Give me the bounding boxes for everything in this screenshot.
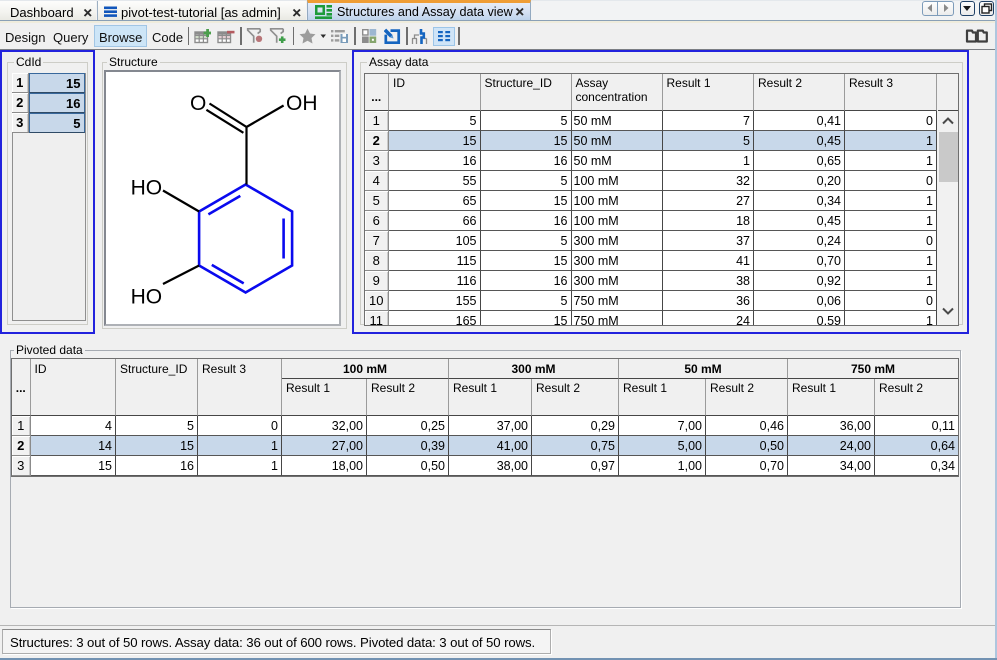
svg-text:HO: HO — [131, 176, 163, 199]
svg-text:O: O — [190, 92, 206, 115]
svg-text:HO: HO — [131, 285, 163, 308]
svg-text:OH: OH — [286, 92, 318, 115]
